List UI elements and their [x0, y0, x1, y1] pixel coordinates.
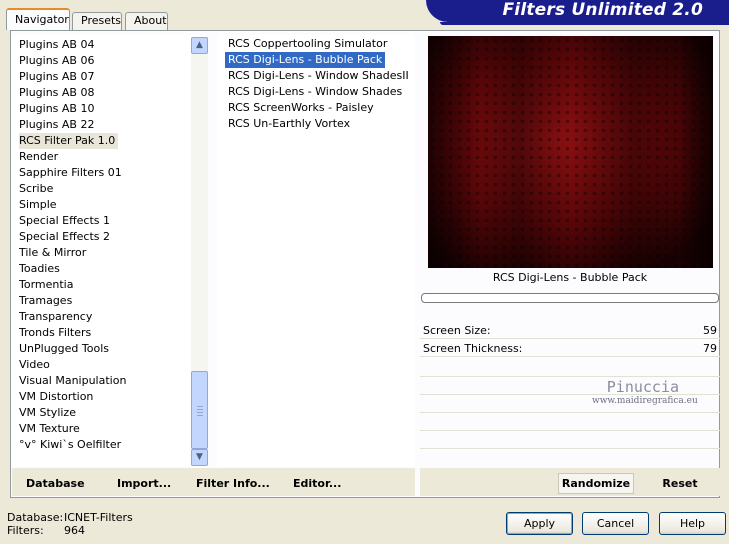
grip-line — [197, 415, 203, 416]
database-button[interactable]: Database — [26, 477, 85, 490]
tab-about[interactable]: About — [125, 12, 168, 30]
watermark-site: www.maidiregrafica.eu — [592, 396, 698, 406]
category-item[interactable]: °v° Kiwi`s Oelfilter — [19, 437, 124, 453]
category-item[interactable]: Plugins AB 10 — [19, 101, 97, 117]
param-divider — [420, 430, 720, 431]
preview-image — [428, 36, 713, 268]
category-item[interactable]: Plugins AB 08 — [19, 85, 97, 101]
grip-line — [197, 406, 203, 407]
category-item[interactable]: Tormentia — [19, 277, 76, 293]
category-scrollbar[interactable]: ▲ ▼ — [191, 37, 208, 466]
category-item[interactable]: Tramages — [19, 293, 75, 309]
param-divider — [420, 448, 720, 449]
category-item[interactable]: Toadies — [19, 261, 63, 277]
category-item[interactable]: Tronds Filters — [19, 325, 94, 341]
filter-list[interactable]: RCS Coppertooling Simulator RCS Digi-Len… — [217, 35, 415, 467]
reset-button[interactable]: Reset — [645, 473, 715, 494]
category-item[interactable]: VM Texture — [19, 421, 83, 437]
param-value[interactable]: 79 — [703, 342, 717, 355]
grip-line — [197, 412, 203, 413]
param-row-screen-size[interactable]: Screen Size: 59 — [420, 322, 720, 339]
param-row-screen-thickness[interactable]: Screen Thickness: 79 — [420, 340, 720, 357]
current-filter-name: RCS Digi-Lens - Bubble Pack — [492, 271, 648, 284]
param-label: Screen Size: — [423, 324, 491, 337]
param-divider — [420, 376, 720, 377]
category-item[interactable]: Video — [19, 357, 53, 373]
category-item[interactable]: VM Distortion — [19, 389, 96, 405]
category-item[interactable]: Scribe — [19, 181, 56, 197]
tab-navigator[interactable]: Navigator — [6, 8, 70, 30]
arrow-up-icon[interactable]: ▲ — [191, 37, 208, 54]
category-item[interactable]: Plugins AB 06 — [19, 53, 97, 69]
category-item-selected[interactable]: RCS Filter Pak 1.0 — [19, 133, 119, 149]
param-value[interactable]: 59 — [703, 324, 717, 337]
editor-button[interactable]: Editor... — [293, 477, 341, 490]
watermark-name: Pinuccia — [606, 378, 680, 396]
filter-item[interactable]: RCS ScreenWorks - Paisley — [225, 100, 377, 116]
param-label: Screen Thickness: — [423, 342, 523, 355]
category-item[interactable]: Plugins AB 22 — [19, 117, 97, 133]
filter-info-button[interactable]: Filter Info... — [196, 477, 270, 490]
status-filters-label: Filters: — [7, 524, 44, 537]
tab-presets[interactable]: Presets — [72, 12, 122, 30]
category-item[interactable]: Tile & Mirror — [19, 245, 89, 261]
tab-navigator-label: Navigator — [15, 13, 69, 26]
preview-graphic — [428, 36, 713, 268]
category-item[interactable]: UnPlugged Tools — [19, 341, 112, 357]
filter-item[interactable]: RCS Digi-Lens - Window Shades — [225, 84, 405, 100]
category-list[interactable]: Plugins AB 04 Plugins AB 06 Plugins AB 0… — [12, 35, 208, 467]
category-item[interactable]: Special Effects 1 — [19, 213, 113, 229]
category-item[interactable]: Render — [19, 149, 61, 165]
help-button[interactable]: Help — [659, 512, 726, 535]
scroll-thumb[interactable] — [191, 371, 208, 449]
category-item[interactable]: Plugins AB 07 — [19, 69, 97, 85]
watermark: Pinuccia www.maidiregrafica.eu — [588, 378, 698, 406]
status-filters: Filters: 964 — [7, 524, 85, 537]
filter-item[interactable]: RCS Un-Earthly Vortex — [225, 116, 353, 132]
status-filters-value: 964 — [64, 524, 85, 537]
category-item[interactable]: VM Stylize — [19, 405, 79, 421]
title-banner: Filters Unlimited 2.0 — [426, 0, 729, 22]
randomize-button[interactable]: Randomize — [558, 473, 634, 494]
cancel-button[interactable]: Cancel — [582, 512, 649, 535]
category-item[interactable]: Visual Manipulation — [19, 373, 129, 389]
category-item[interactable]: Transparency — [19, 309, 95, 325]
filter-item[interactable]: RCS Coppertooling Simulator — [225, 36, 390, 52]
category-item[interactable]: Plugins AB 04 — [19, 37, 97, 53]
status-database: Database:ICNET-Filters — [7, 511, 133, 524]
category-item[interactable]: Sapphire Filters 01 — [19, 165, 125, 181]
import-button[interactable]: Import... — [117, 477, 171, 490]
param-divider — [420, 412, 720, 413]
status-database-value: ICNET-Filters — [64, 511, 133, 524]
status-database-label: Database: — [7, 511, 64, 524]
grip-line — [197, 409, 203, 410]
filter-item[interactable]: RCS Digi-Lens - Window ShadesII — [225, 68, 412, 84]
category-item[interactable]: Special Effects 2 — [19, 229, 113, 245]
apply-button[interactable]: Apply — [506, 512, 573, 535]
arrow-down-icon[interactable]: ▼ — [191, 449, 208, 466]
category-item[interactable]: Simple — [19, 197, 60, 213]
tab-about-label: About — [134, 14, 167, 27]
filter-item-selected[interactable]: RCS Digi-Lens - Bubble Pack — [225, 52, 386, 68]
progress-bar — [421, 293, 719, 303]
banner-underline — [440, 22, 729, 25]
tab-presets-label: Presets — [81, 14, 122, 27]
banner-title: Filters Unlimited 2.0 — [502, 0, 703, 20]
